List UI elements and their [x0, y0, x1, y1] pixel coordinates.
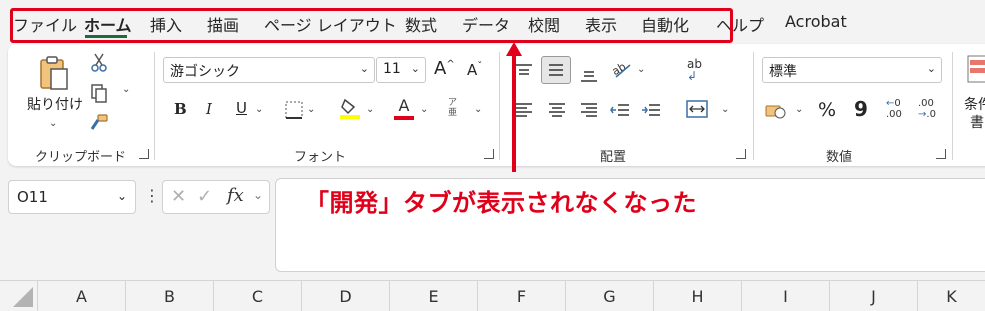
name-box[interactable]: O11 ⌄ — [8, 180, 136, 214]
column-header[interactable]: J — [829, 281, 917, 311]
merge-chevron-icon[interactable]: ⌄ — [721, 104, 729, 115]
percent-button[interactable]: % — [818, 99, 836, 121]
font-color-chevron-icon[interactable]: ⌄ — [420, 104, 428, 115]
chevron-down-icon: ⌄ — [926, 62, 936, 75]
group-separator — [753, 52, 754, 160]
number-group-label: 数値 — [826, 150, 853, 165]
align-center-icon[interactable] — [546, 100, 568, 120]
insert-function-button[interactable]: fx — [227, 185, 244, 206]
clipboard-launcher-icon[interactable] — [139, 149, 149, 159]
excel-window: ファイル ホーム 挿入 描画 ページ レイアウト 数式 データ 校閲 表示 自動… — [0, 0, 985, 311]
currency-icon[interactable] — [764, 100, 788, 122]
select-all-icon[interactable] — [13, 287, 33, 307]
column-header[interactable]: I — [741, 281, 829, 311]
enter-icon[interactable]: ✓ — [197, 186, 212, 207]
currency-chevron-icon[interactable]: ⌄ — [795, 104, 803, 115]
phonetic-button[interactable]: ア 亜 — [448, 98, 457, 118]
column-header[interactable]: G — [565, 281, 653, 311]
font-color-button[interactable]: A — [393, 96, 415, 120]
column-header[interactable]: B — [125, 281, 213, 311]
chevron-down-icon: ⌄ — [116, 189, 127, 203]
phonetic-chevron-icon[interactable]: ⌄ — [474, 104, 482, 115]
column-header[interactable]: H — [653, 281, 741, 311]
fill-color-icon[interactable] — [339, 96, 361, 120]
formula-controls: ✕ ✓ fx ⌄ — [162, 180, 270, 214]
increase-decimal-button[interactable]: ←0.00 — [886, 98, 902, 120]
conditional-formatting-icon[interactable] — [966, 54, 985, 84]
paste-icon[interactable] — [34, 54, 74, 94]
annotation-arrow — [506, 42, 522, 172]
borders-icon[interactable] — [284, 100, 304, 120]
copy-icon[interactable] — [88, 82, 110, 104]
fill-color-chevron-icon[interactable]: ⌄ — [366, 104, 374, 115]
conditional-formatting-label-2: 書 — [970, 115, 984, 131]
annotation-text: 「開発」タブが表示されなくなった — [305, 189, 697, 217]
tabs-highlight-box — [10, 8, 733, 43]
italic-button[interactable]: I — [206, 100, 212, 118]
clipboard-group-label: クリップボード — [35, 150, 127, 165]
paste-label[interactable]: 貼り付け — [27, 94, 83, 114]
align-right-icon[interactable] — [578, 100, 600, 120]
column-header[interactable]: A — [37, 281, 125, 311]
underline-button[interactable]: U — [236, 99, 247, 117]
chevron-down-icon: ⌄ — [410, 62, 420, 75]
group-separator — [499, 52, 500, 160]
grow-font-button[interactable]: A^ — [434, 58, 455, 79]
decrease-indent-icon[interactable] — [609, 100, 631, 120]
orientation-chevron-icon[interactable]: ⌄ — [637, 64, 645, 75]
column-header[interactable]: C — [213, 281, 301, 311]
column-header[interactable]: F — [477, 281, 565, 311]
chevron-down-icon: ⌄ — [359, 62, 369, 75]
bold-button[interactable]: B — [174, 100, 187, 118]
copy-chevron-icon[interactable]: ⌄ — [122, 84, 130, 95]
more-options-icon[interactable]: ⋮ — [144, 186, 160, 205]
column-header[interactable]: E — [389, 281, 477, 311]
chevron-down-icon[interactable]: ⌄ — [253, 188, 263, 202]
underline-chevron-icon[interactable]: ⌄ — [255, 104, 263, 115]
group-separator — [154, 52, 155, 160]
scissors-icon[interactable] — [88, 52, 110, 74]
number-launcher-icon[interactable] — [936, 149, 946, 159]
font-launcher-icon[interactable] — [484, 149, 494, 159]
column-headers: A B C D E F G H I J K — [0, 280, 985, 311]
ribbon-tab-bar: ファイル ホーム 挿入 描画 ページ レイアウト 数式 データ 校閲 表示 自動… — [0, 0, 985, 46]
alignment-group-label: 配置 — [600, 150, 627, 165]
conditional-formatting-label[interactable]: 条件 — [964, 94, 985, 114]
format-painter-icon[interactable] — [88, 112, 110, 134]
number-format-select[interactable]: 標準 ⌄ — [762, 57, 942, 83]
increase-indent-icon[interactable] — [640, 100, 662, 120]
shrink-font-button[interactable]: Aˇ — [467, 61, 482, 79]
ribbon-home: 貼り付け ⌄ ⌄ クリップボード 游ゴシック ⌄ 11 ⌄ A^ Aˇ B I U … — [8, 44, 985, 166]
group-separator — [952, 52, 953, 160]
comma-style-button[interactable]: 9 — [854, 97, 868, 121]
merge-center-icon[interactable] — [685, 98, 709, 120]
wrap-text-button[interactable]: ab ↲ — [687, 58, 702, 82]
cancel-icon[interactable]: ✕ — [171, 186, 186, 207]
decrease-decimal-button[interactable]: .00 →.0 — [918, 98, 936, 120]
font-group-label: フォント — [294, 150, 347, 165]
orientation-icon[interactable]: ab — [609, 58, 633, 80]
column-header[interactable]: D — [301, 281, 389, 311]
tab-acrobat[interactable]: Acrobat — [785, 12, 847, 31]
borders-chevron-icon[interactable]: ⌄ — [307, 104, 315, 115]
column-header[interactable]: K — [917, 281, 985, 311]
alignment-launcher-icon[interactable] — [736, 149, 746, 159]
paste-chevron-icon[interactable]: ⌄ — [49, 118, 57, 129]
font-name-select[interactable]: 游ゴシック ⌄ — [163, 57, 375, 83]
font-size-select[interactable]: 11 ⌄ — [376, 57, 426, 83]
align-middle-button[interactable] — [541, 56, 571, 84]
align-bottom-icon[interactable] — [578, 64, 600, 84]
